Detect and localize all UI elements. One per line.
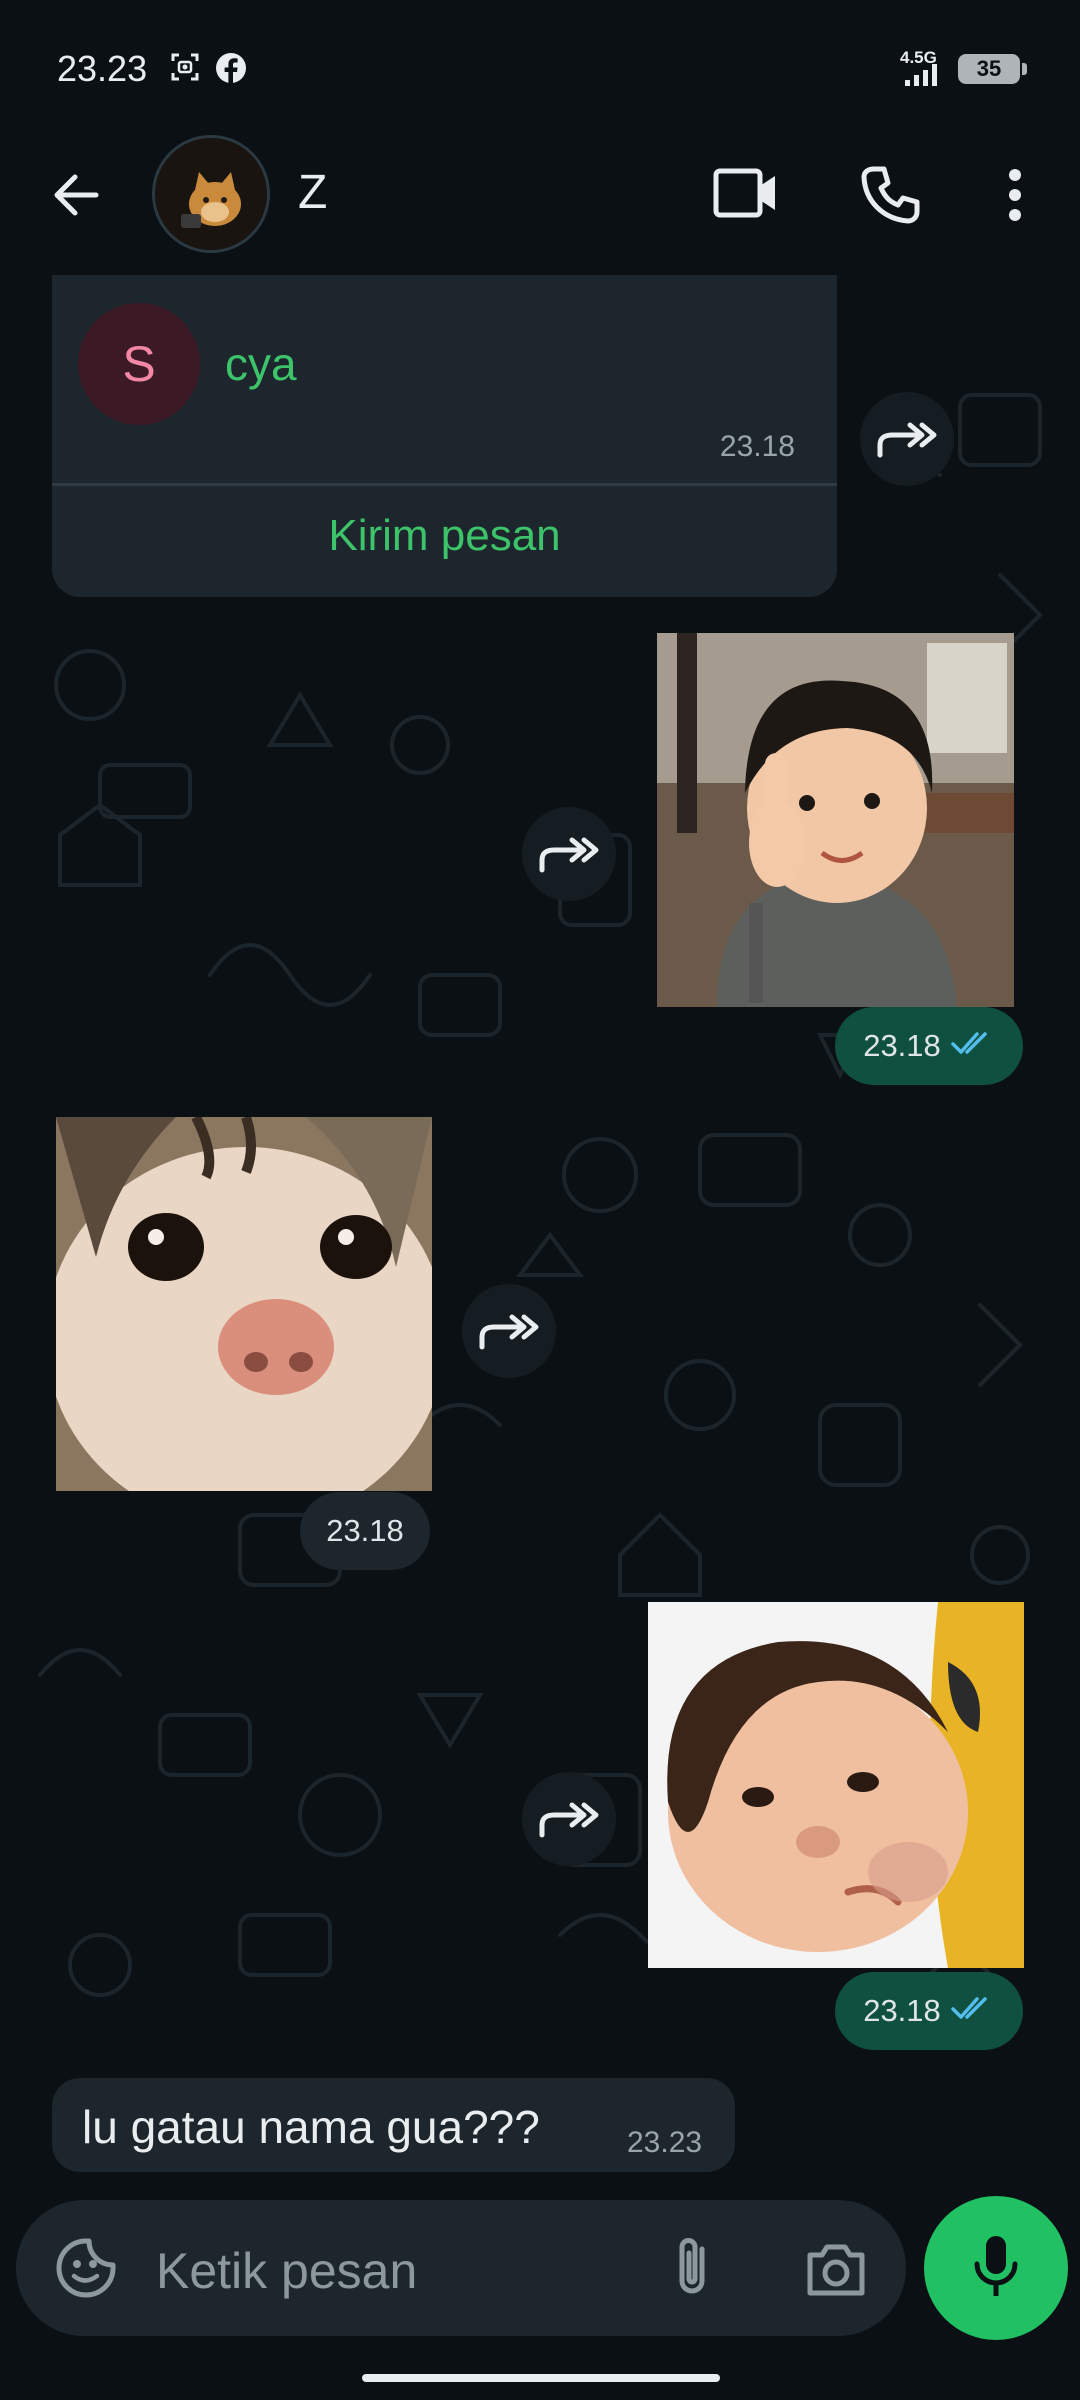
message-time: 23.18 xyxy=(719,430,795,463)
video-call-icon[interactable] xyxy=(710,160,782,226)
message-time-pill: 23.18 xyxy=(835,1972,1023,2050)
contact-name[interactable]: Z xyxy=(298,165,327,220)
voice-call-icon[interactable] xyxy=(855,160,925,230)
child-pout-sticker[interactable] xyxy=(648,1602,1024,1968)
read-receipt-icon xyxy=(951,1993,995,2029)
message-input[interactable]: Ketik pesan xyxy=(156,2242,417,2300)
contact-avatar[interactable] xyxy=(152,135,270,253)
attach-icon[interactable] xyxy=(664,2232,720,2304)
signal-icon xyxy=(905,64,945,91)
forward-icon[interactable] xyxy=(522,1772,616,1866)
forward-icon[interactable] xyxy=(522,807,616,901)
contact-card-avatar: S xyxy=(78,303,200,425)
battery-icon: 35 xyxy=(958,54,1027,84)
sticker-icon[interactable] xyxy=(52,2234,120,2302)
send-message-button[interactable]: Kirim pesan xyxy=(52,511,837,561)
contact-card-message[interactable]: S cya 23.18 Kirim pesan xyxy=(52,275,837,597)
chat-area[interactable]: S cya 23.18 Kirim pesan 23.18 23.18 23.1… xyxy=(0,275,1080,2195)
message-text: lu gatau nama gua??? xyxy=(82,2101,540,2153)
screenshot-icon xyxy=(170,52,200,87)
contact-card-name: cya xyxy=(225,338,297,390)
status-time: 23.23 xyxy=(57,48,148,89)
more-options-icon[interactable] xyxy=(995,160,1035,230)
divider xyxy=(52,483,837,486)
message-time: 23.18 xyxy=(863,1993,941,2028)
message-time: 23.23 xyxy=(627,2126,703,2159)
mic-button[interactable] xyxy=(924,2196,1068,2340)
status-bar: 23.23 4.5G 35 xyxy=(0,0,1080,130)
message-time: 23.18 xyxy=(326,1513,404,1548)
cat-closeup-sticker[interactable] xyxy=(56,1117,432,1491)
read-receipt-icon xyxy=(951,1028,995,1064)
back-arrow-icon[interactable] xyxy=(40,160,110,230)
camera-icon[interactable] xyxy=(802,2236,870,2302)
forward-icon[interactable] xyxy=(860,392,954,486)
forward-icon[interactable] xyxy=(462,1284,556,1378)
child-thumbs-up-sticker[interactable] xyxy=(657,633,1014,1007)
facebook-icon xyxy=(215,52,247,89)
message-time-pill: 23.18 xyxy=(835,1007,1023,1085)
message-time-pill: 23.18 xyxy=(300,1492,430,1570)
home-indicator[interactable] xyxy=(362,2374,720,2382)
incoming-message-bubble[interactable]: lu gatau nama gua??? 23.23 xyxy=(52,2078,735,2172)
mic-icon xyxy=(973,2234,1019,2303)
message-composer: Ketik pesan xyxy=(16,2200,906,2336)
message-time: 23.18 xyxy=(863,1028,941,1063)
